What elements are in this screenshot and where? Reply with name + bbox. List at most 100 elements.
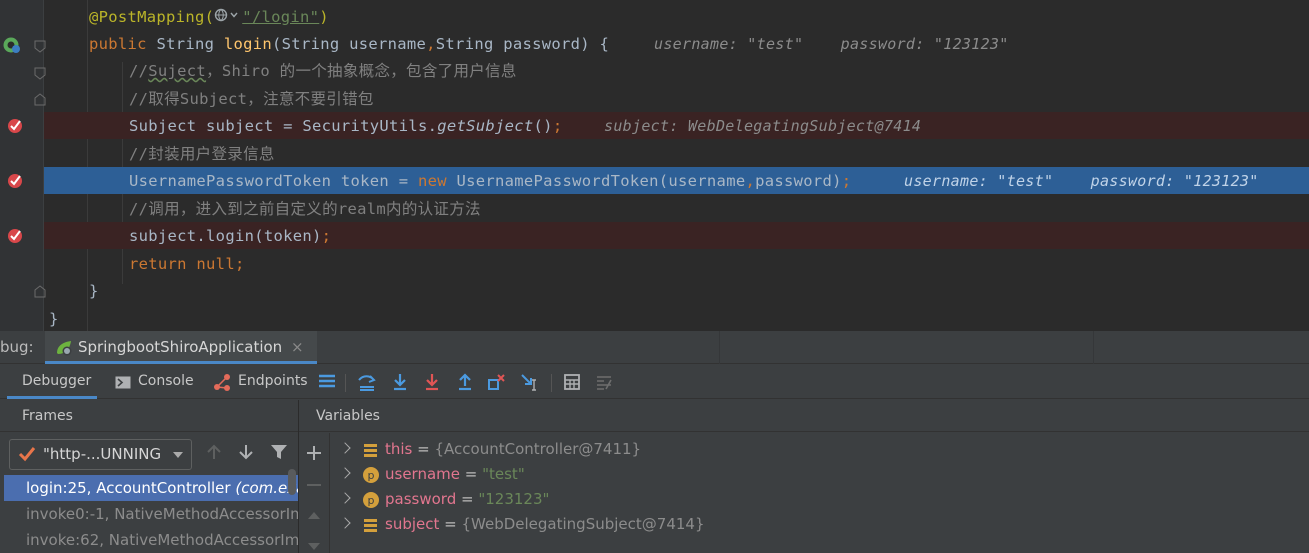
- code-token: Subject subject = SecurityUtils.: [129, 117, 438, 135]
- code-line[interactable]: UsernamePasswordToken token = new Userna…: [129, 168, 851, 195]
- code-token: ): [319, 8, 329, 26]
- variable-row[interactable]: subject = {WebDelegatingSubject@7414}: [331, 512, 1231, 537]
- fold-end-icon[interactable]: [34, 285, 46, 298]
- bar-segment: [720, 331, 1094, 364]
- variable-name: password: [385, 490, 457, 508]
- debug-sessions-bar: bug: SpringbootShiroApplication ×: [0, 331, 1309, 364]
- endpoints-icon: [214, 374, 230, 391]
- stack-frame-item[interactable]: invoke0:-1, NativeMethodAccessorIm: [4, 501, 298, 527]
- code-line[interactable]: public String login(String username,Stri…: [89, 31, 609, 58]
- code-token: UsernamePasswordToken(username: [456, 172, 746, 190]
- arrow-up-icon[interactable]: [205, 443, 223, 461]
- code-token: getSubject: [437, 117, 534, 135]
- spring-debug-icon: [57, 341, 72, 356]
- evaluate-expression-icon[interactable]: [562, 372, 582, 392]
- code-line[interactable]: //取得Subject，注意不要引错包: [129, 86, 374, 113]
- layout-icon[interactable]: [317, 372, 337, 392]
- endpoint-icon[interactable]: [2, 36, 22, 54]
- tab-console-label: Console: [138, 373, 194, 389]
- thread-selector[interactable]: "http-...UNNING: [9, 439, 192, 470]
- chevron-right-icon[interactable]: [339, 442, 351, 454]
- equals-sign: =: [460, 465, 483, 483]
- variable-row[interactable]: p username = "test": [331, 462, 1231, 487]
- code-token: "/login": [242, 8, 320, 26]
- add-watch-icon[interactable]: [306, 445, 322, 461]
- code-line[interactable]: @PostMapping( "/login"): [89, 4, 329, 31]
- code-token: login: [223, 35, 273, 53]
- stack-frame-item[interactable]: login:25, AccountController (com.exa: [4, 475, 298, 501]
- move-up-icon[interactable]: [307, 510, 321, 520]
- breakpoint-icon[interactable]: [7, 117, 25, 135]
- debugger-toolbar: Debugger Console Endpoints: [0, 365, 1309, 399]
- variable-value: "test": [482, 465, 525, 483]
- equals-sign: =: [456, 490, 479, 508]
- code-line[interactable]: //封装用户登录信息: [129, 141, 275, 168]
- console-icon: [115, 376, 131, 389]
- variable-row[interactable]: p password = "123123": [331, 487, 1231, 512]
- code-line[interactable]: }: [89, 278, 99, 305]
- breakpoint-icon[interactable]: [7, 227, 25, 245]
- code-token: Suject: [148, 62, 207, 80]
- move-down-icon[interactable]: [307, 542, 321, 552]
- debug-tool-window: bug: SpringbootShiroApplication × Debugg…: [0, 331, 1309, 553]
- code-token: ;: [321, 227, 332, 245]
- stack-frame-label: invoke:62, NativeMethodAccessorImp: [26, 531, 298, 549]
- frames-title: Frames: [22, 408, 73, 424]
- equals-sign: =: [412, 440, 435, 458]
- filter-icon[interactable]: [270, 443, 288, 461]
- variable-row[interactable]: this = {AccountController@7411}: [331, 437, 1231, 462]
- tab-endpoints[interactable]: Endpoints: [213, 365, 308, 399]
- code-token: @PostMapping(: [89, 8, 215, 26]
- stack-frame-item[interactable]: invoke:62, NativeMethodAccessorImp: [4, 527, 298, 553]
- code-line[interactable]: subject.login(token);: [129, 223, 331, 250]
- stack-frame-label: invoke0:-1, NativeMethodAccessorIm: [26, 505, 298, 523]
- chevron-right-icon[interactable]: [339, 517, 351, 529]
- frames-panel-header: Frames: [0, 400, 298, 432]
- run-to-cursor-icon[interactable]: [520, 372, 540, 392]
- globe-icon[interactable]: [214, 4, 242, 31]
- code-line[interactable]: Subject subject = SecurityUtils.getSubje…: [129, 113, 562, 140]
- parameter-badge: p: [368, 469, 375, 482]
- toolbar-separator: [551, 374, 552, 392]
- fold-end-icon[interactable]: [34, 93, 46, 106]
- arrow-down-icon[interactable]: [237, 443, 255, 461]
- code-token: ,: [745, 172, 756, 190]
- code-token: }: [89, 282, 99, 300]
- trace-icon[interactable]: [594, 372, 614, 392]
- variables-title: Variables: [316, 408, 380, 424]
- drop-frame-icon[interactable]: [487, 372, 507, 392]
- step-out-icon[interactable]: [455, 372, 475, 392]
- tab-console[interactable]: Console: [115, 365, 201, 399]
- field-icon: [362, 516, 380, 542]
- code-editor[interactable]: @PostMapping( "/login") public String logi…: [0, 0, 1309, 331]
- step-into-icon[interactable]: [422, 372, 442, 392]
- variables-side-toolbar: [299, 433, 330, 553]
- inline-value-hint: username: "test" password: "123123": [904, 172, 1259, 190]
- show-execution-point-icon[interactable]: [357, 372, 377, 392]
- chevron-right-icon[interactable]: [339, 467, 351, 479]
- tab-debugger[interactable]: Debugger: [7, 365, 97, 399]
- code-token: ,: [426, 35, 436, 53]
- code-line[interactable]: //Suject，Shiro 的一个抽象概念，包含了用户信息: [129, 58, 517, 85]
- code-token: String password) {: [435, 35, 610, 53]
- fold-icon[interactable]: [34, 67, 46, 80]
- code-line[interactable]: //调用，进入到之前自定义的realm内的认证方法: [129, 196, 481, 223]
- step-over-icon[interactable]: [390, 372, 410, 392]
- parameter-badge: p: [368, 494, 375, 507]
- toolbar-separator: [345, 374, 346, 392]
- code-token: //封装用户登录信息: [129, 145, 275, 163]
- breakpoint-icon[interactable]: [7, 172, 25, 190]
- code-token: UsernamePasswordToken token =: [129, 172, 418, 190]
- close-icon[interactable]: ×: [291, 331, 304, 363]
- session-tab[interactable]: SpringbootShiroApplication ×: [45, 331, 317, 364]
- fold-icon[interactable]: [34, 40, 46, 53]
- scrollbar[interactable]: [288, 469, 296, 495]
- code-token: subject.login(token): [129, 227, 322, 245]
- variable-name: this: [385, 440, 413, 458]
- equals-sign: =: [439, 515, 462, 533]
- code-line[interactable]: }: [49, 306, 59, 331]
- inline-value-hint: username: "test" password: "123123": [654, 35, 1009, 53]
- chevron-right-icon[interactable]: [339, 492, 351, 504]
- remove-watch-icon[interactable]: [306, 477, 322, 493]
- code-line[interactable]: return null;: [129, 251, 245, 278]
